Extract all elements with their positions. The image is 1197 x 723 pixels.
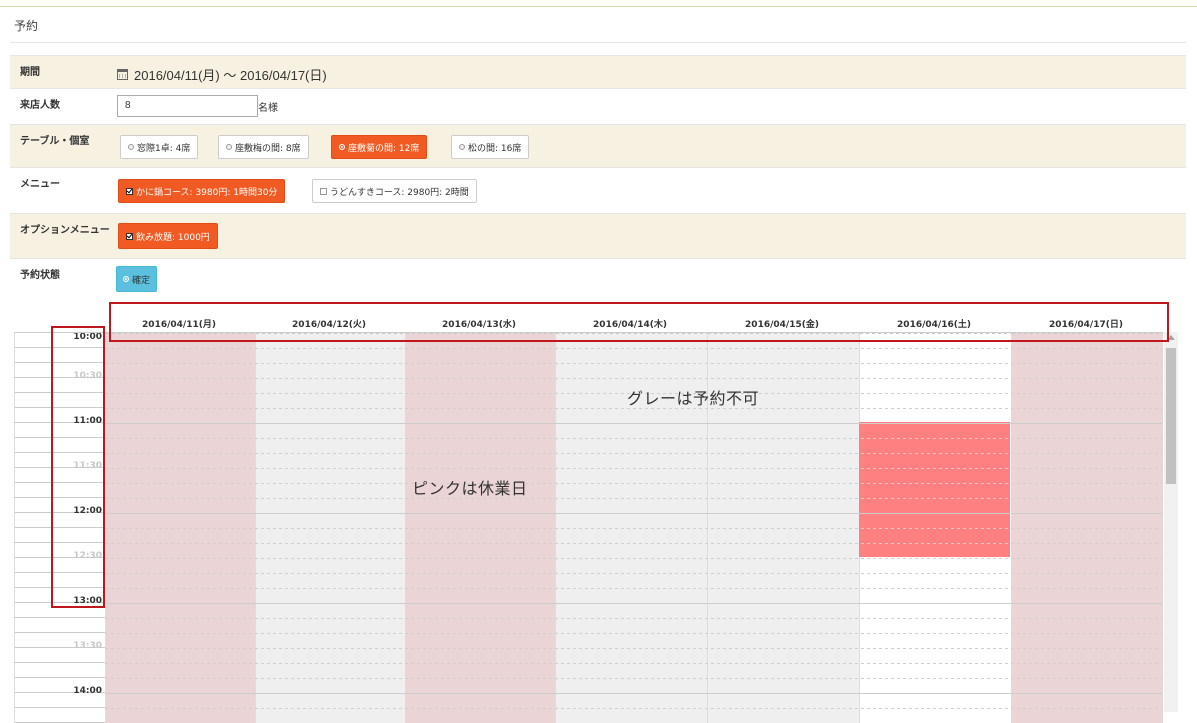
table-option-matsu[interactable]: 松の間: 16席 — [451, 135, 530, 159]
slot-line — [105, 648, 1163, 649]
guests-label: 来店人数 — [20, 100, 60, 111]
menu-row: メニュー かに鍋コース: 3980円: 1時間30分 うどんすきコース: 298… — [10, 167, 1186, 213]
status-label: 予約状態 — [20, 270, 60, 281]
radio-selected-icon — [339, 144, 345, 150]
page-title: 予約 — [14, 19, 39, 33]
option-label: 座敷菊の間: 12席 — [348, 143, 420, 154]
option-label: 松の間: 16席 — [468, 143, 522, 154]
option-menu-label: オプションメニュー — [20, 225, 110, 236]
slot-line — [105, 483, 1163, 484]
weekly-calendar: 2016/04/11(月) 2016/04/12(火) 2016/04/13(水… — [14, 302, 1181, 723]
radio-icon — [226, 144, 232, 150]
status-row: 予約状態 確定 — [10, 258, 1186, 300]
time-label: 13:30 — [73, 641, 102, 651]
table-option-ume[interactable]: 座敷梅の間: 8席 — [218, 135, 309, 159]
slot-line — [105, 693, 1163, 694]
scroll-thumb[interactable] — [1166, 348, 1176, 484]
title-divider — [10, 42, 1186, 43]
slot-line — [105, 378, 1163, 379]
slot-line — [105, 588, 1163, 589]
table-option-kiku[interactable]: 座敷菊の間: 12席 — [331, 135, 428, 159]
status-value: 確定 — [132, 275, 151, 286]
option-menu-row: オプションメニュー 飲み放題: 1000円 — [10, 213, 1186, 258]
calendar-scrollbar[interactable] — [1164, 332, 1178, 712]
period-label: 期間 — [20, 67, 40, 78]
option-label: うどんすきコース: 2980円: 2時間 — [330, 187, 469, 198]
slot-line — [105, 468, 1163, 469]
time-label: 14:00 — [73, 686, 102, 696]
calendar-icon — [117, 69, 128, 80]
unavailable-annotation: グレーは予約不可 — [627, 389, 760, 408]
slot-line — [105, 363, 1163, 364]
status-confirmed-button[interactable]: 確定 — [116, 266, 158, 292]
option-drinks[interactable]: 飲み放題: 1000円 — [118, 223, 218, 249]
slot-line — [105, 423, 1163, 424]
period-text: 2016/04/11(月) 〜 2016/04/17(日) — [134, 68, 327, 83]
slot-line — [105, 543, 1163, 544]
slot-line — [105, 618, 1163, 619]
checkbox-icon — [320, 187, 327, 195]
menu-option-udon[interactable]: うどんすきコース: 2980円: 2時間 — [312, 179, 477, 203]
checkbox-checked-icon — [126, 187, 133, 195]
option-label: 窓際1卓: 4席 — [137, 143, 191, 154]
table-option-window[interactable]: 窓際1卓: 4席 — [120, 135, 199, 159]
slot-line — [105, 663, 1163, 664]
slot-line — [105, 633, 1163, 634]
slot-line — [105, 573, 1163, 574]
slot-line — [105, 348, 1163, 349]
period-value: 2016/04/11(月) 〜 2016/04/17(日) — [117, 65, 327, 84]
highlight-times-box — [51, 326, 105, 608]
slot-line — [105, 603, 1163, 604]
guest-count-input[interactable]: 8 — [117, 95, 258, 117]
option-label: かに鍋コース: 3980円: 1時間30分 — [136, 187, 278, 198]
slot-line — [105, 438, 1163, 439]
radio-icon — [128, 144, 134, 150]
option-label: 飲み放題: 1000円 — [136, 232, 210, 243]
slot-line — [105, 558, 1163, 559]
highlight-dates-box — [109, 302, 1169, 342]
guest-count-value: 8 — [125, 100, 131, 111]
table-row: テーブル・個室 窓際1卓: 4席 座敷梅の間: 8席 座敷菊の間: 12席 松の… — [10, 124, 1186, 167]
slot-line — [105, 513, 1163, 514]
radio-icon — [459, 144, 465, 150]
period-row: 期間 2016/04/11(月) 〜 2016/04/17(日) — [10, 55, 1186, 88]
holiday-annotation: ピンクは休業日 — [412, 479, 528, 498]
slot-line — [105, 453, 1163, 454]
slot-line — [105, 528, 1163, 529]
time-grid: 10:00 10:30 11:00 11:30 12:00 12:30 13:0… — [14, 332, 1163, 723]
option-label: 座敷梅の間: 8席 — [235, 143, 301, 154]
booked-slot[interactable] — [859, 422, 1010, 557]
menu-option-kani[interactable]: かに鍋コース: 3980円: 1時間30分 — [118, 179, 286, 203]
checkbox-checked-icon — [126, 232, 133, 240]
radio-selected-icon — [123, 276, 129, 282]
guest-count-unit: 名様 — [258, 103, 278, 114]
menu-label: メニュー — [20, 179, 60, 190]
table-label: テーブル・個室 — [20, 136, 90, 147]
slot-line — [105, 678, 1163, 679]
slot-line — [105, 498, 1163, 499]
top-border — [0, 0, 1197, 7]
guests-row: 来店人数 8 名様 — [10, 88, 1186, 124]
slot-line — [105, 708, 1163, 709]
